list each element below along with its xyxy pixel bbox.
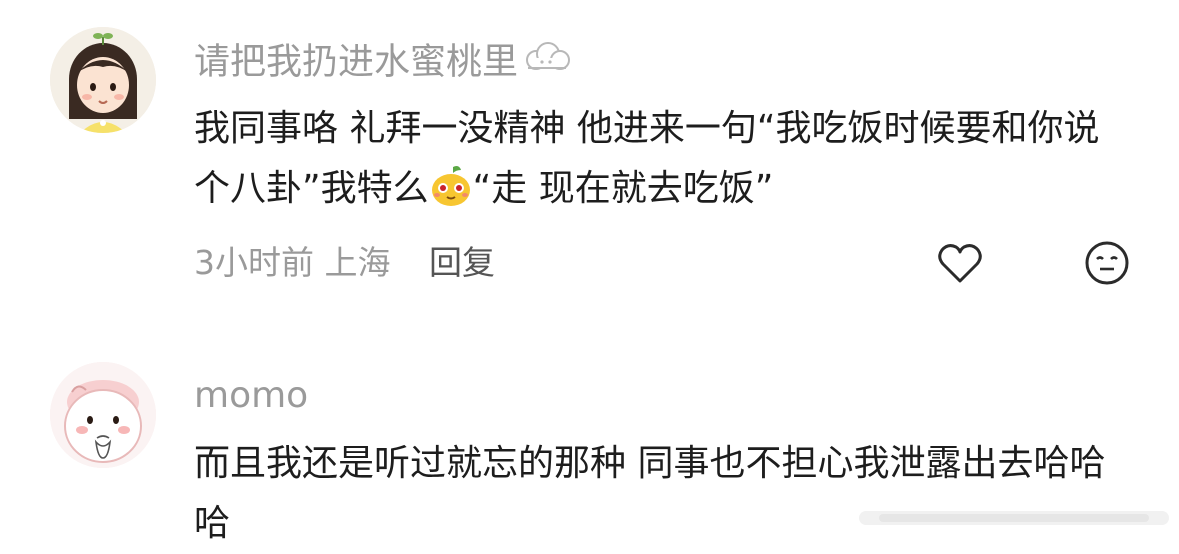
- username[interactable]: 请把我扔进水蜜桃里: [194, 38, 572, 89]
- pink-bunny-avatar-icon: [50, 362, 156, 468]
- reply-button[interactable]: 回复: [429, 243, 495, 282]
- comment-text: 我同事咯 礼拜一没精神 他进来一句“我吃饭时候要和你说个八卦”我特么 “走 现在…: [194, 99, 1124, 219]
- mango-face-emoji: [429, 164, 473, 208]
- username-text: momo: [194, 375, 309, 416]
- avatar[interactable]: [50, 27, 156, 133]
- react-button[interactable]: [1081, 237, 1133, 289]
- like-button[interactable]: [934, 237, 986, 289]
- comment-time: 3小时前: [194, 243, 314, 282]
- girl-avatar-icon: [50, 27, 156, 133]
- comment-text: 而且我还是听过就忘的那种 同事也不担心我泄露出去哈哈哈: [194, 434, 1124, 554]
- meh-face-icon: [1085, 241, 1129, 285]
- watermark-blur: [859, 511, 1169, 525]
- username[interactable]: momo: [194, 374, 308, 418]
- heart-icon: [938, 244, 982, 283]
- avatar[interactable]: [50, 362, 156, 468]
- comment-location: 上海: [324, 243, 391, 282]
- comment-text-part: “走 现在就去吃饭”: [472, 168, 774, 209]
- username-text: 请把我扔进水蜜桃里: [194, 41, 519, 83]
- comment-meta: 3小时前 上海 回复: [194, 243, 495, 283]
- cloud-icon: [522, 38, 572, 89]
